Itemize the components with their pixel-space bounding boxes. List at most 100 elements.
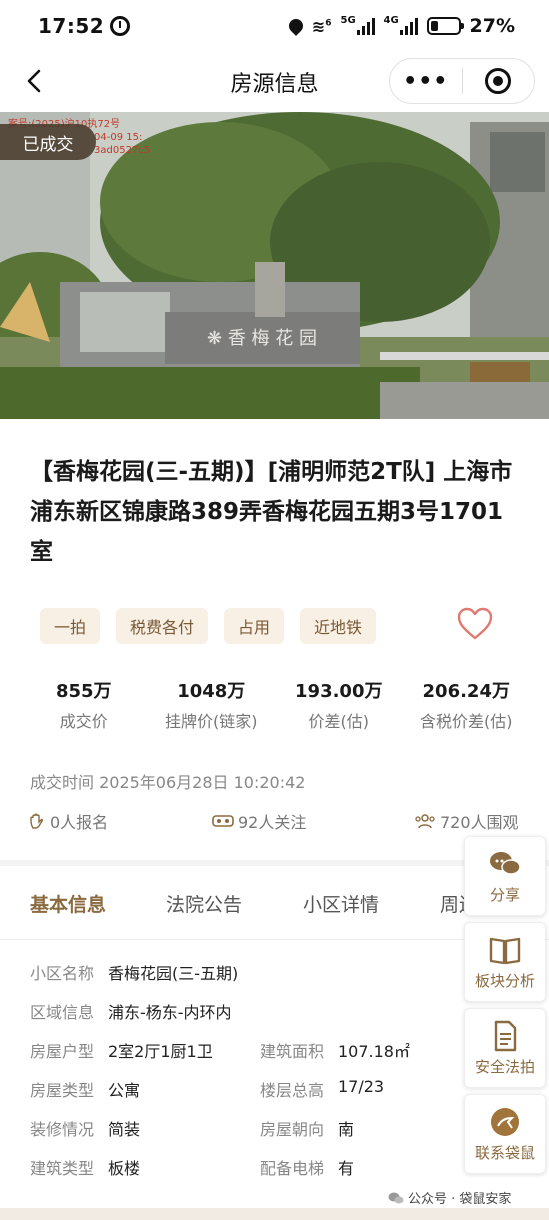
footer-text: 公众号 · 袋鼠安家	[408, 1192, 512, 1207]
info-community: 小区名称 香梅花园(三-五期)	[30, 960, 238, 984]
info-floor: 楼层总高 17/23	[260, 1077, 384, 1101]
tag-chip: 近地铁	[300, 608, 377, 644]
floating-actions: 分享 板块分析 安全法拍 联系袋鼠	[464, 836, 546, 1180]
info-value: 17/23	[338, 1077, 385, 1096]
contact-button[interactable]: 联系袋鼠	[464, 1094, 546, 1174]
info-value: 简装	[108, 1120, 141, 1139]
sold-badge: 已成交	[0, 124, 96, 160]
signal-4g-label: 4G	[383, 15, 399, 26]
basic-info: 小区名称 香梅花园(三-五期) 区域信息 浦东-杨东-内环内 房屋户型 2室2厅1厨1…	[30, 960, 520, 1194]
safe-auction-button[interactable]: 安全法拍	[464, 1008, 546, 1088]
price-value: 206.24万	[422, 681, 510, 702]
property-title: 【香梅花园(三-五期)】[浦明师范2T队] 上海市浦东新区锦康路389弄香梅花园…	[30, 459, 513, 565]
wifi-label: 6	[325, 18, 332, 29]
price-listing: 1048万 挂牌价(链家)	[148, 678, 276, 732]
share-label: 分享	[489, 885, 520, 904]
alarm-icon	[110, 16, 131, 36]
wechat-icon	[388, 1192, 404, 1203]
tag-chip: 占用	[224, 608, 285, 644]
info-value: 2室2厅1厨1卫	[108, 1042, 213, 1061]
close-miniapp-button[interactable]	[463, 68, 535, 94]
info-value: 南	[338, 1120, 355, 1139]
info-row: 房屋户型 2室2厅1厨1卫 建筑面积 107.18㎡	[30, 1038, 520, 1077]
stat-signup: 0人报名	[28, 809, 108, 833]
info-type: 房屋类型 公寓	[30, 1077, 140, 1101]
stat-watch-text: 720人围观	[440, 813, 519, 832]
stats-row: 0人报名 92人关注 720人围观	[28, 809, 520, 833]
info-row: 区域信息 浦东-杨东-内环内	[30, 999, 520, 1038]
book-icon	[489, 937, 521, 964]
tag-list: 一拍 税费各付 占用 近地铁	[40, 608, 377, 644]
eye-icon	[212, 815, 234, 827]
info-row: 装修情况 简装 房屋朝向南	[30, 1116, 520, 1155]
analysis-button[interactable]: 板块分析	[464, 922, 546, 1002]
miniapp-capsule: •••	[389, 58, 535, 104]
hand-icon	[30, 813, 44, 829]
price-label: 成交价	[59, 712, 108, 731]
info-row: 小区名称 香梅花园(三-五期)	[30, 960, 520, 999]
battery-fill	[430, 21, 438, 31]
status-time: 17:52	[38, 14, 105, 38]
info-value: 107.18㎡	[338, 1042, 410, 1061]
svg-text:❋ 香 梅 花 园: ❋ 香 梅 花 园	[207, 328, 317, 349]
document-icon	[494, 1020, 517, 1051]
deal-time: 成交时间 2025年06月28日 10:20:42	[30, 773, 306, 792]
signal-4g-icon: 4G	[383, 15, 418, 35]
info-layout: 房屋户型 2室2厅1厨1卫	[30, 1038, 213, 1062]
price-value: 1048万	[177, 681, 246, 702]
chat-bubbles-icon	[490, 851, 521, 875]
wifi-icon: ≋6	[311, 16, 332, 36]
price-deal: 855万 成交价	[20, 678, 148, 732]
price-summary: 855万 成交价 1048万 挂牌价(链家) 193.00万 价差(估) 206…	[20, 678, 530, 732]
info-decoration: 装修情况 简装	[30, 1116, 140, 1140]
info-elevator: 配备电梯有	[260, 1155, 354, 1179]
info-value: 香梅花园(三-五期)	[108, 964, 239, 983]
location-icon	[285, 16, 306, 36]
share-button[interactable]: 分享	[464, 836, 546, 916]
analysis-label: 板块分析	[474, 971, 535, 990]
people-icon	[415, 814, 435, 829]
price-value: 193.00万	[295, 681, 383, 702]
status-bar: 17:52 ≋6 5G 4G 27%	[0, 0, 549, 52]
info-key: 房屋朝向	[260, 1120, 325, 1139]
price-diff: 193.00万 价差(估)	[275, 678, 403, 732]
bottom-bar	[0, 1208, 549, 1220]
price-diff-tax: 206.24万 含税价差(估)	[403, 678, 531, 732]
info-area: 建筑面积 107.18㎡	[260, 1038, 410, 1062]
info-key: 房屋户型	[30, 1042, 95, 1061]
info-building: 建筑类型 板楼	[30, 1155, 140, 1179]
safe-auction-label: 安全法拍	[474, 1057, 535, 1076]
info-key: 装修情况	[30, 1120, 95, 1139]
price-value: 855万	[55, 681, 112, 702]
info-value: 有	[338, 1159, 355, 1178]
contact-label: 联系袋鼠	[474, 1143, 535, 1162]
info-orientation: 房屋朝向南	[260, 1116, 354, 1140]
info-value: 板楼	[108, 1159, 141, 1178]
info-key: 区域信息	[30, 1003, 95, 1022]
property-photo[interactable]: ❋ 香 梅 花 园 案号:(2025)沪10执72号 04-09 15: 3ad…	[0, 112, 549, 419]
more-icon[interactable]: •••	[390, 69, 462, 94]
kangaroo-logo-icon	[491, 1107, 519, 1136]
info-value: 浦东-杨东-内环内	[108, 1003, 232, 1022]
info-value: 公寓	[108, 1081, 141, 1100]
tab-basic-info[interactable]: 基本信息	[30, 890, 106, 917]
footer-watermark: 公众号 · 袋鼠安家	[388, 1188, 511, 1207]
tag-chip: 一拍	[40, 608, 101, 644]
info-key: 房屋类型	[30, 1081, 95, 1100]
tab-community[interactable]: 小区详情	[303, 890, 379, 917]
price-label: 挂牌价(链家)	[165, 712, 258, 731]
battery-icon	[426, 17, 464, 35]
price-label: 价差(估)	[308, 712, 370, 731]
target-icon	[485, 68, 512, 94]
tab-court-notice[interactable]: 法院公告	[166, 890, 242, 917]
info-key: 小区名称	[30, 964, 95, 983]
nav-bar: 房源信息 •••	[0, 52, 549, 110]
stat-follow: 92人关注	[212, 809, 306, 833]
battery-percent: 27%	[469, 15, 515, 37]
stat-follow-text: 92人关注	[238, 813, 307, 832]
signal-5g-icon: 5G	[341, 15, 375, 35]
info-region: 区域信息 浦东-杨东-内环内	[30, 999, 232, 1023]
favorite-heart-icon[interactable]	[456, 606, 494, 642]
price-label: 含税价差(估)	[420, 712, 513, 731]
stat-watch: 720人围观	[414, 809, 519, 833]
